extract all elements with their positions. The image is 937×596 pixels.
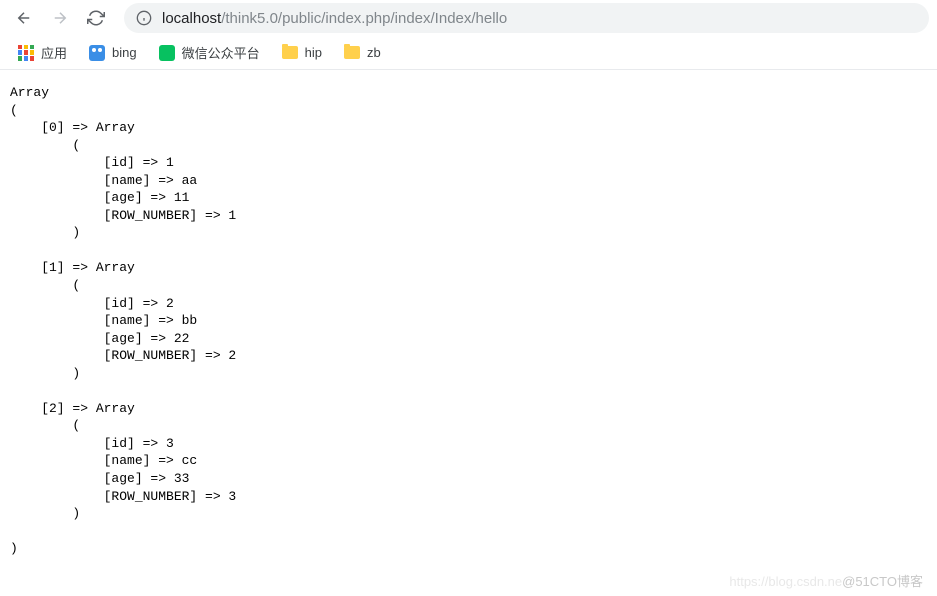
bookmarks-bar: 应用 bing 微信公众平台 hip zb [0,36,937,70]
arrow-left-icon [15,9,33,27]
wechat-icon [159,45,175,61]
arrow-right-icon [51,9,69,27]
folder-icon [344,46,360,59]
browser-nav-bar: localhost/think5.0/public/index.php/inde… [0,0,937,36]
reload-button[interactable] [80,2,112,34]
bookmark-hip[interactable]: hip [272,41,332,64]
info-icon [136,10,152,26]
url-text: localhost/think5.0/public/index.php/inde… [162,10,507,27]
apps-icon [18,45,34,61]
bing-icon [89,45,105,61]
bookmark-label: bing [112,45,137,60]
bookmark-label: 应用 [41,43,67,62]
array-output: Array ( [0] => Array ( [id] => 1 [name] … [0,70,937,572]
address-bar[interactable]: localhost/think5.0/public/index.php/inde… [124,3,929,33]
watermark: https://blog.csdn.ne@51CTO博客 [729,571,923,590]
back-button[interactable] [8,2,40,34]
bookmark-bing[interactable]: bing [79,41,147,65]
bookmark-label: hip [305,45,322,60]
bookmark-zb[interactable]: zb [334,41,391,64]
bookmark-label: 微信公众平台 [182,43,260,62]
bookmark-apps[interactable]: 应用 [8,39,77,66]
folder-icon [282,46,298,59]
bookmark-label: zb [367,45,381,60]
reload-icon [87,9,105,27]
bookmark-wechat[interactable]: 微信公众平台 [149,39,270,66]
forward-button[interactable] [44,2,76,34]
